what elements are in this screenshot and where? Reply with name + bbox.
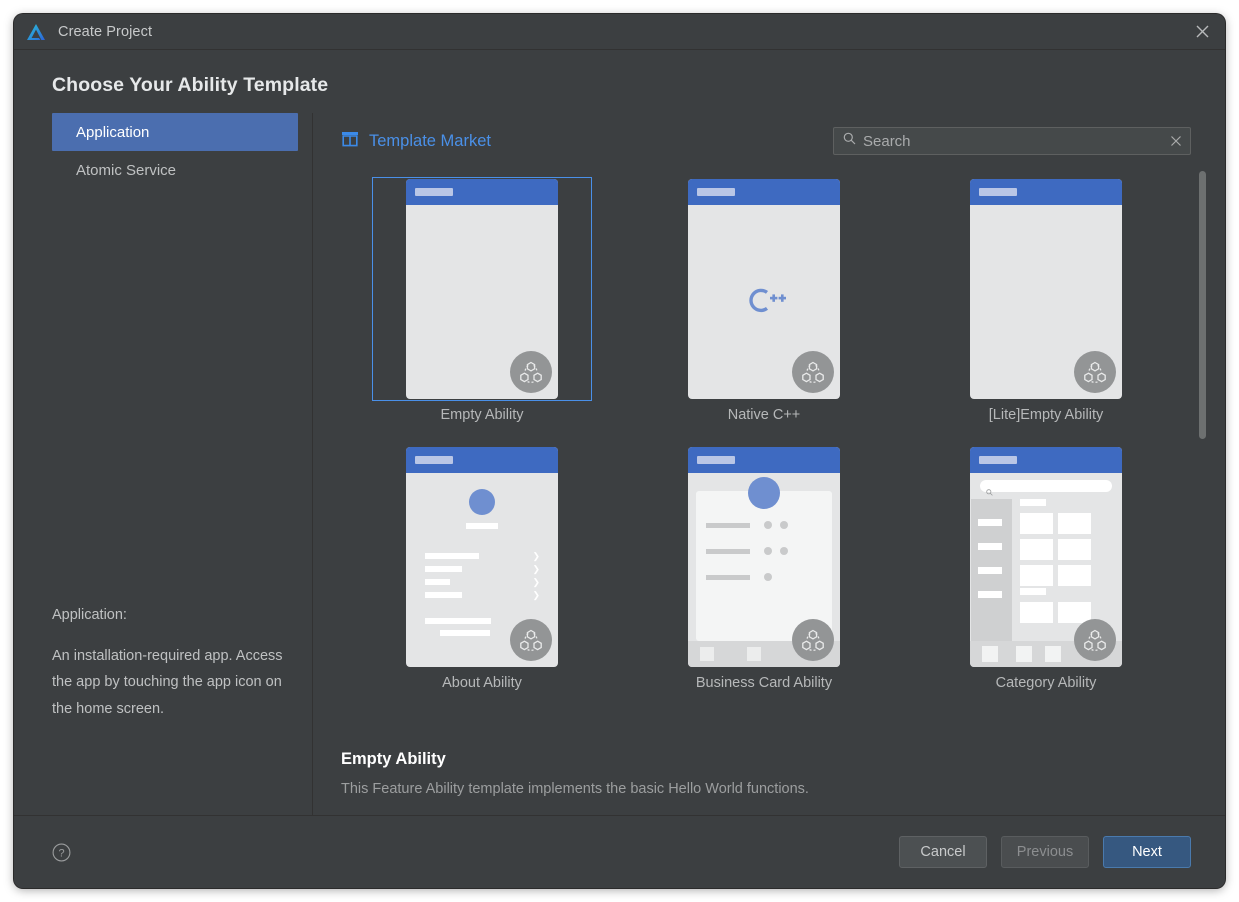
template-card-category-ability[interactable]: Category Ability [905, 439, 1187, 693]
template-card-native-cpp[interactable]: Native C++ [623, 171, 905, 425]
dialog-footer: ? Cancel Previous Next [14, 816, 1225, 888]
phone-titlebar [970, 179, 1122, 205]
market-bar: Template Market Search [313, 113, 1225, 165]
sidebar-item-label: Application [76, 123, 150, 141]
template-card-business-card-ability[interactable]: Business Card Ability [623, 439, 905, 693]
title-bar: Create Project [14, 14, 1225, 50]
cancel-button-label: Cancel [920, 844, 966, 860]
svg-text:?: ? [58, 847, 64, 859]
sidebar-description: Application: An installation-required ap… [52, 602, 292, 723]
search-icon [986, 483, 993, 501]
harmonyos-badge-icon [792, 351, 834, 393]
sidebar-description-label: Application: [52, 606, 127, 623]
sidebar-item-label: Atomic Service [76, 161, 177, 179]
search-input-text: Search [863, 132, 911, 150]
phone-content: ❯ ❯ ❯ ❯ [406, 473, 558, 667]
harmonyos-badge-icon [510, 619, 552, 661]
screen-root: Create Project Choose Your Ability Templ… [0, 0, 1239, 902]
phone-titlebar [688, 447, 840, 473]
sidebar-item-atomic-service[interactable]: Atomic Service [52, 151, 298, 189]
template-grid: Empty Ability Native C++ [Lite]Empty Abi… [313, 165, 1225, 693]
template-detail-description: This Feature Ability template implements… [341, 781, 809, 797]
template-thumbnail [654, 177, 874, 401]
template-card-empty-ability[interactable]: Empty Ability [341, 171, 623, 425]
previous-button-label: Previous [1016, 844, 1074, 860]
phone-titlebar [406, 447, 558, 473]
phone-titlebar [406, 179, 558, 205]
template-market-link[interactable]: Template Market [341, 130, 491, 152]
next-button[interactable]: Next [1103, 836, 1191, 868]
phone-mock [970, 179, 1122, 399]
scrollbar-thumb[interactable] [1199, 171, 1206, 439]
close-icon[interactable] [1180, 14, 1225, 49]
template-market-label: Template Market [369, 131, 491, 150]
page-title: Choose Your Ability Template [52, 74, 329, 96]
previous-button[interactable]: Previous [1001, 836, 1089, 868]
harmonyos-badge-icon [510, 351, 552, 393]
phone-titlebar [688, 179, 840, 205]
template-card-label: About Ability [442, 675, 522, 691]
phone-mock [688, 447, 840, 667]
template-detail: Empty Ability This Feature Ability templ… [313, 740, 1225, 815]
sidebar-description-body: An installation-required app. Access the… [52, 647, 283, 718]
phone-content [688, 473, 840, 667]
phone-mock [406, 179, 558, 399]
template-card-label: Category Ability [995, 675, 1097, 691]
dialog-body: Choose Your Ability Template Application… [14, 50, 1225, 888]
phone-content [688, 205, 840, 399]
store-icon [341, 130, 359, 152]
cpp-glyph-icon [688, 284, 840, 316]
content-row: Application Atomic Service Application: … [14, 113, 1225, 816]
template-thumbnail [372, 177, 592, 401]
template-thumbnail [936, 177, 1156, 401]
template-thumbnail: ❯ ❯ ❯ ❯ [372, 445, 592, 669]
search-clear-icon[interactable] [1170, 135, 1182, 147]
help-icon[interactable]: ? [52, 843, 71, 862]
sidebar: Application Atomic Service Application: … [14, 113, 313, 815]
template-card-about-ability[interactable]: ❯ ❯ ❯ ❯ About Ability [341, 439, 623, 693]
template-thumbnail [654, 445, 874, 669]
create-project-dialog: Create Project Choose Your Ability Templ… [14, 14, 1225, 888]
cancel-button[interactable]: Cancel [899, 836, 987, 868]
phone-content [970, 473, 1122, 667]
window-title: Create Project [58, 23, 153, 40]
search-icon [843, 132, 856, 150]
template-grid-scrollbar[interactable] [1199, 171, 1206, 734]
template-detail-title: Empty Ability [341, 750, 446, 768]
harmonyos-badge-icon [792, 619, 834, 661]
phone-mock [970, 447, 1122, 667]
deveco-logo-icon [24, 20, 48, 44]
phone-mock [688, 179, 840, 399]
search-input[interactable]: Search [833, 127, 1191, 155]
next-button-label: Next [1132, 844, 1162, 860]
phone-content [406, 205, 558, 399]
phone-mock: ❯ ❯ ❯ ❯ [406, 447, 558, 667]
harmonyos-badge-icon [1074, 351, 1116, 393]
template-card-label: [Lite]Empty Ability [988, 407, 1104, 423]
phone-titlebar [970, 447, 1122, 473]
template-panel: Template Market Search Empty Ability Nat… [313, 113, 1225, 815]
template-thumbnail [936, 445, 1156, 669]
template-card-label: Empty Ability [440, 407, 524, 423]
template-card-label: Business Card Ability [695, 675, 833, 691]
template-grid-scroll: Empty Ability Native C++ [Lite]Empty Abi… [313, 165, 1225, 740]
template-card-label: Native C++ [727, 407, 801, 423]
phone-content [970, 205, 1122, 399]
sidebar-item-application[interactable]: Application [52, 113, 298, 151]
template-card-lite-empty-ability[interactable]: [Lite]Empty Ability [905, 171, 1187, 425]
harmonyos-badge-icon [1074, 619, 1116, 661]
